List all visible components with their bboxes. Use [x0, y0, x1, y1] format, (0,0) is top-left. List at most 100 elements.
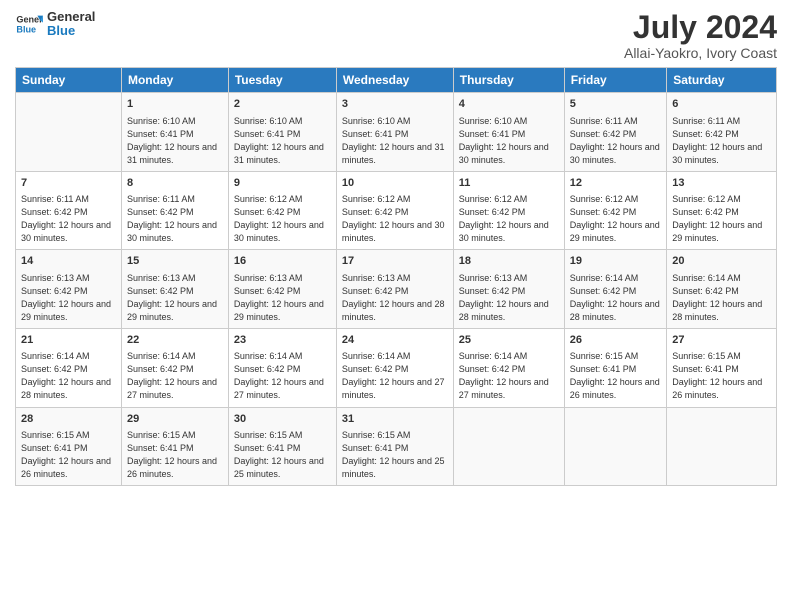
day-info: Sunrise: 6:15 AMSunset: 6:41 PMDaylight:…	[21, 429, 116, 481]
cell-content: 23Sunrise: 6:14 AMSunset: 6:42 PMDayligh…	[234, 333, 331, 403]
day-info: Sunrise: 6:12 AMSunset: 6:42 PMDaylight:…	[570, 193, 662, 245]
cell-content: 30Sunrise: 6:15 AMSunset: 6:41 PMDayligh…	[234, 412, 331, 482]
logo-line2: Blue	[47, 24, 95, 38]
calendar-title: July 2024	[624, 10, 777, 45]
day-number: 20	[672, 254, 771, 269]
day-number: 7	[21, 176, 116, 191]
day-number: 24	[342, 333, 448, 348]
col-saturday: Saturday	[667, 68, 777, 93]
day-info: Sunrise: 6:14 AMSunset: 6:42 PMDaylight:…	[459, 350, 559, 402]
day-number: 28	[21, 412, 116, 427]
col-monday: Monday	[121, 68, 228, 93]
day-info: Sunrise: 6:12 AMSunset: 6:42 PMDaylight:…	[342, 193, 448, 245]
calendar-cell: 10 Sunrise: 6:12 AMSunset: 6:42 PMDayligh…	[336, 171, 453, 250]
day-number: 11	[459, 176, 559, 191]
day-number: 4	[459, 97, 559, 112]
cell-content: 9Sunrise: 6:12 AMSunset: 6:42 PMDaylight…	[234, 176, 331, 246]
calendar-cell	[453, 407, 564, 486]
cell-content: 22 Sunrise: 6:14 AMSunset: 6:42 PMDayligh…	[127, 333, 223, 403]
day-info: Sunrise: 6:11 AMSunset: 6:42 PMDaylight:…	[570, 115, 662, 167]
calendar-cell: 12Sunrise: 6:12 AMSunset: 6:42 PMDayligh…	[564, 171, 667, 250]
day-info: Sunrise: 6:10 AMSunset: 6:41 PMDaylight:…	[342, 115, 448, 167]
calendar-cell: 18Sunrise: 6:13 AMSunset: 6:42 PMDayligh…	[453, 250, 564, 329]
calendar-cell: 3 Sunrise: 6:10 AMSunset: 6:41 PMDaylight…	[336, 93, 453, 172]
calendar-cell: 11 Sunrise: 6:12 AMSunset: 6:42 PMDayligh…	[453, 171, 564, 250]
day-number: 21	[21, 333, 116, 348]
day-number: 13	[672, 176, 771, 191]
logo-icon: General Blue	[15, 10, 43, 38]
day-info: Sunrise: 6:14 AMSunset: 6:42 PMDaylight:…	[342, 350, 448, 402]
cell-content: 24 Sunrise: 6:14 AMSunset: 6:42 PMDayligh…	[342, 333, 448, 403]
calendar-cell: 27 Sunrise: 6:15 AMSunset: 6:41 PMDayligh…	[667, 328, 777, 407]
calendar-cell: 1Sunrise: 6:10 AMSunset: 6:41 PMDaylight…	[121, 93, 228, 172]
day-number: 9	[234, 176, 331, 191]
calendar-cell: 8Sunrise: 6:11 AMSunset: 6:42 PMDaylight…	[121, 171, 228, 250]
calendar-cell	[16, 93, 122, 172]
calendar-cell: 14Sunrise: 6:13 AMSunset: 6:42 PMDayligh…	[16, 250, 122, 329]
day-info: Sunrise: 6:10 AMSunset: 6:41 PMDaylight:…	[127, 115, 223, 167]
day-info: Sunrise: 6:10 AMSunset: 6:41 PMDaylight:…	[459, 115, 559, 167]
day-number: 26	[570, 333, 662, 348]
col-thursday: Thursday	[453, 68, 564, 93]
day-info: Sunrise: 6:10 AMSunset: 6:41 PMDaylight:…	[234, 115, 331, 167]
cell-content: 21 Sunrise: 6:14 AMSunset: 6:42 PMDayligh…	[21, 333, 116, 403]
cell-content: 18Sunrise: 6:13 AMSunset: 6:42 PMDayligh…	[459, 254, 559, 324]
day-number: 10	[342, 176, 448, 191]
day-info: Sunrise: 6:13 AMSunset: 6:42 PMDaylight:…	[127, 272, 223, 324]
calendar-cell: 28 Sunrise: 6:15 AMSunset: 6:41 PMDayligh…	[16, 407, 122, 486]
col-wednesday: Wednesday	[336, 68, 453, 93]
calendar-cell: 9Sunrise: 6:12 AMSunset: 6:42 PMDaylight…	[228, 171, 336, 250]
cell-content: 15Sunrise: 6:13 AMSunset: 6:42 PMDayligh…	[127, 254, 223, 324]
day-number: 18	[459, 254, 559, 269]
day-info: Sunrise: 6:15 AMSunset: 6:41 PMDaylight:…	[672, 350, 771, 402]
day-number: 3	[342, 97, 448, 112]
day-info: Sunrise: 6:14 AMSunset: 6:42 PMDaylight:…	[127, 350, 223, 402]
day-info: Sunrise: 6:14 AMSunset: 6:42 PMDaylight:…	[21, 350, 116, 402]
calendar-header-row: Sunday Monday Tuesday Wednesday Thursday…	[16, 68, 777, 93]
day-number: 16	[234, 254, 331, 269]
calendar-cell: 21 Sunrise: 6:14 AMSunset: 6:42 PMDayligh…	[16, 328, 122, 407]
day-info: Sunrise: 6:15 AMSunset: 6:41 PMDaylight:…	[570, 350, 662, 402]
day-info: Sunrise: 6:11 AMSunset: 6:42 PMDaylight:…	[672, 115, 771, 167]
calendar-cell: 6 Sunrise: 6:11 AMSunset: 6:42 PMDaylight…	[667, 93, 777, 172]
logo: General Blue General Blue	[15, 10, 95, 39]
page-header: General Blue General Blue July 2024 Alla…	[15, 10, 777, 61]
calendar-week-3: 14Sunrise: 6:13 AMSunset: 6:42 PMDayligh…	[16, 250, 777, 329]
cell-content: 10 Sunrise: 6:12 AMSunset: 6:42 PMDayligh…	[342, 176, 448, 246]
day-number: 19	[570, 254, 662, 269]
cell-content: 14Sunrise: 6:13 AMSunset: 6:42 PMDayligh…	[21, 254, 116, 324]
day-number: 2	[234, 97, 331, 112]
calendar-week-4: 21 Sunrise: 6:14 AMSunset: 6:42 PMDayligh…	[16, 328, 777, 407]
day-number: 6	[672, 97, 771, 112]
calendar-cell: 17Sunrise: 6:13 AMSunset: 6:42 PMDayligh…	[336, 250, 453, 329]
calendar-cell: 5 Sunrise: 6:11 AMSunset: 6:42 PMDaylight…	[564, 93, 667, 172]
day-number: 22	[127, 333, 223, 348]
calendar-cell: 4 Sunrise: 6:10 AMSunset: 6:41 PMDaylight…	[453, 93, 564, 172]
calendar-cell: 7Sunrise: 6:11 AMSunset: 6:42 PMDaylight…	[16, 171, 122, 250]
cell-content: 27 Sunrise: 6:15 AMSunset: 6:41 PMDayligh…	[672, 333, 771, 403]
day-number: 5	[570, 97, 662, 112]
cell-content: 16 Sunrise: 6:13 AMSunset: 6:42 PMDayligh…	[234, 254, 331, 324]
cell-content: 8Sunrise: 6:11 AMSunset: 6:42 PMDaylight…	[127, 176, 223, 246]
day-info: Sunrise: 6:12 AMSunset: 6:42 PMDaylight:…	[459, 193, 559, 245]
day-info: Sunrise: 6:12 AMSunset: 6:42 PMDaylight:…	[672, 193, 771, 245]
cell-content: 5 Sunrise: 6:11 AMSunset: 6:42 PMDaylight…	[570, 97, 662, 167]
day-info: Sunrise: 6:13 AMSunset: 6:42 PMDaylight:…	[234, 272, 331, 324]
cell-content: 13 Sunrise: 6:12 AMSunset: 6:42 PMDayligh…	[672, 176, 771, 246]
cell-content: 12Sunrise: 6:12 AMSunset: 6:42 PMDayligh…	[570, 176, 662, 246]
calendar-subtitle: Allai-Yaokro, Ivory Coast	[624, 45, 777, 61]
day-number: 23	[234, 333, 331, 348]
cell-content: 3 Sunrise: 6:10 AMSunset: 6:41 PMDaylight…	[342, 97, 448, 167]
day-number: 29	[127, 412, 223, 427]
cell-content: 2 Sunrise: 6:10 AMSunset: 6:41 PMDaylight…	[234, 97, 331, 167]
calendar-page: General Blue General Blue July 2024 Alla…	[0, 0, 792, 612]
calendar-cell: 16 Sunrise: 6:13 AMSunset: 6:42 PMDayligh…	[228, 250, 336, 329]
calendar-table: Sunday Monday Tuesday Wednesday Thursday…	[15, 67, 777, 486]
day-number: 27	[672, 333, 771, 348]
calendar-cell: 20Sunrise: 6:14 AMSunset: 6:42 PMDayligh…	[667, 250, 777, 329]
calendar-cell: 13 Sunrise: 6:12 AMSunset: 6:42 PMDayligh…	[667, 171, 777, 250]
calendar-cell: 25Sunrise: 6:14 AMSunset: 6:42 PMDayligh…	[453, 328, 564, 407]
day-info: Sunrise: 6:14 AMSunset: 6:42 PMDaylight:…	[570, 272, 662, 324]
calendar-cell: 26 Sunrise: 6:15 AMSunset: 6:41 PMDayligh…	[564, 328, 667, 407]
calendar-cell: 15Sunrise: 6:13 AMSunset: 6:42 PMDayligh…	[121, 250, 228, 329]
